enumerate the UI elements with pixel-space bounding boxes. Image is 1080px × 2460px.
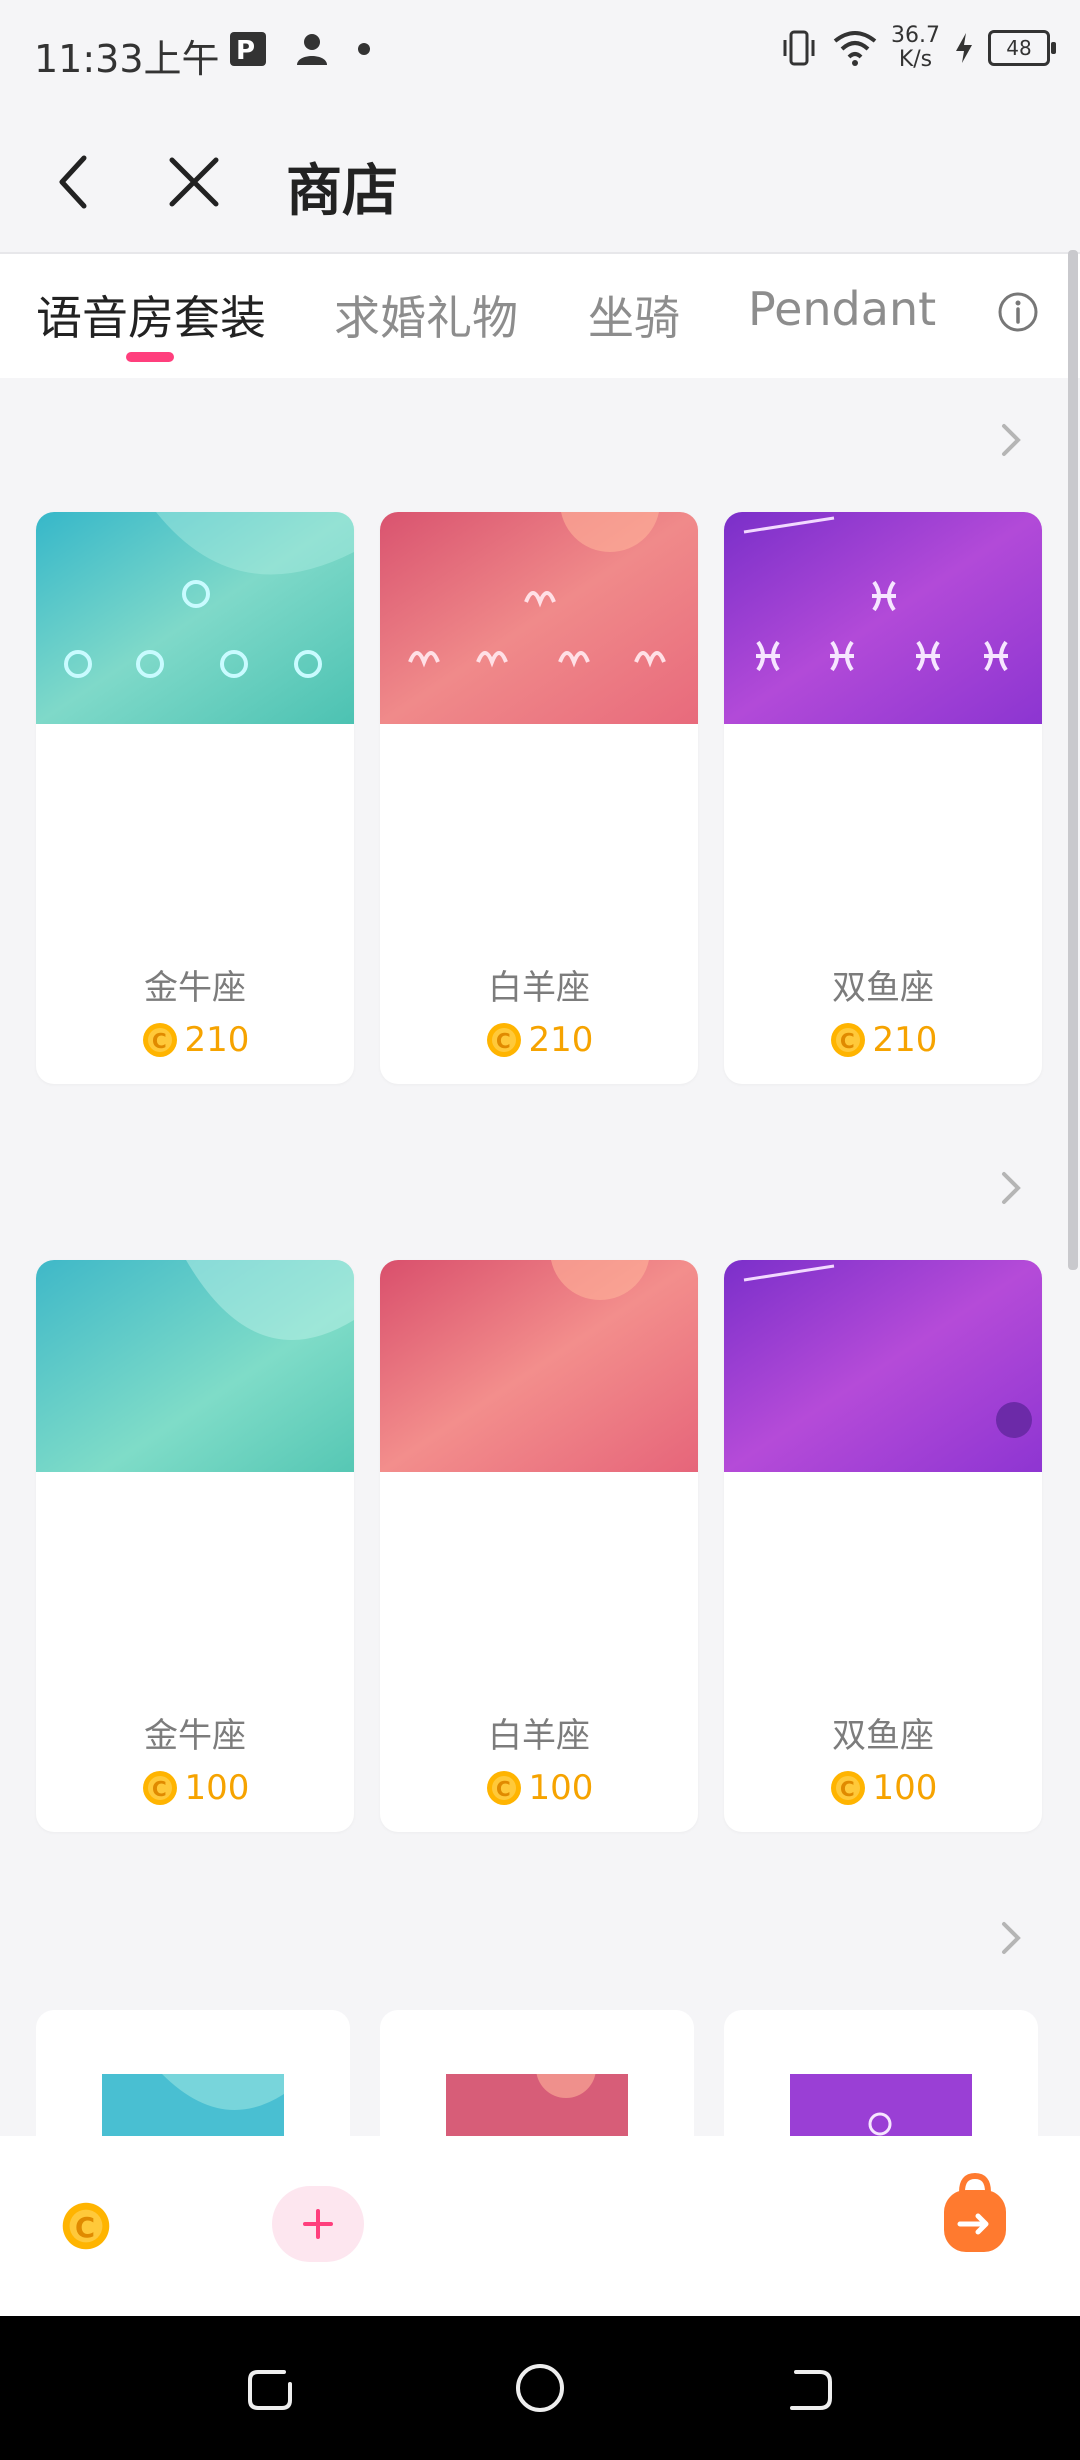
product-price: C 100 (36, 1768, 354, 1808)
price-value: 100 (528, 1768, 594, 1808)
price-value: 100 (184, 1768, 250, 1808)
close-button[interactable] (160, 148, 228, 216)
price-value: 100 (872, 1768, 938, 1808)
tab-pendant[interactable]: Pendant (748, 282, 936, 336)
chevron-right-icon[interactable] (990, 1168, 1030, 1208)
product-name: 白羊座 (488, 968, 590, 1008)
product-price: C 100 (724, 1768, 1042, 1808)
recent-apps-icon[interactable] (244, 2362, 296, 2414)
parking-app-icon: P (230, 32, 266, 66)
pisces-room-thumbnail (724, 512, 1042, 724)
tab-mount[interactable]: 坐骑 (588, 282, 680, 348)
category-tabs: 语音房套装 求婚礼物 坐骑 Pendant (0, 254, 1080, 378)
wifi-icon (833, 31, 877, 66)
price-value: 210 (528, 1020, 594, 1060)
svg-text:C: C (840, 1029, 855, 1053)
status-time: 11:33上午 (34, 37, 220, 81)
price-value: 210 (872, 1020, 938, 1060)
add-coins-button[interactable] (272, 2186, 364, 2262)
dot-icon (358, 43, 370, 55)
product-card[interactable]: 白羊座 C 100 (380, 1260, 698, 1832)
app-header: 商店 (0, 110, 1080, 254)
status-right: 36.7 K/s 48 (779, 24, 1056, 72)
scrollbar[interactable] (1068, 250, 1078, 1270)
info-icon[interactable] (996, 290, 1040, 334)
pisces-background-thumbnail (724, 1260, 1042, 1472)
tab-proposal-gift[interactable]: 求婚礼物 (334, 282, 518, 348)
backpack-icon[interactable] (940, 2172, 1010, 2256)
charging-icon (956, 33, 972, 63)
product-name: 白羊座 (488, 1716, 590, 1756)
coin-icon: C (830, 1771, 865, 1805)
status-left-icons: P (228, 30, 372, 68)
product-name: 金牛座 (144, 1716, 246, 1756)
product-price: C 100 (380, 1768, 698, 1808)
coin-icon[interactable]: C (60, 2200, 112, 2252)
svg-text:C: C (152, 1777, 167, 1801)
product-name: 双鱼座 (832, 1716, 934, 1756)
page-title: 商店 (286, 159, 398, 224)
home-icon[interactable] (514, 2362, 566, 2414)
svg-text:P: P (236, 36, 255, 66)
system-nav-bar (0, 2316, 1080, 2460)
network-speed-unit: K/s (898, 47, 933, 72)
product-card[interactable]: 白羊座 C 210 (380, 512, 698, 1084)
product-card[interactable]: 双鱼座 C 100 (724, 1260, 1042, 1832)
product-price: C 210 (380, 1020, 698, 1060)
close-icon (169, 157, 219, 207)
product-name: 双鱼座 (832, 968, 934, 1008)
aries-background-thumbnail (380, 1260, 698, 1472)
coin-icon: C (830, 1023, 865, 1057)
svg-text:C: C (496, 1777, 511, 1801)
product-price: C 210 (724, 1020, 1042, 1060)
plus-icon (303, 2209, 333, 2239)
vibrate-icon (783, 30, 815, 66)
back-nav-icon[interactable] (784, 2362, 836, 2414)
product-name: 金牛座 (144, 968, 246, 1008)
bottom-bar: C (0, 2136, 1080, 2316)
coin-icon: C (486, 1023, 521, 1057)
status-bar: 11:33上午 P 36.7 K/s 48 (0, 0, 1080, 110)
taurus-room-thumbnail (36, 512, 354, 724)
coin-icon: C (142, 1023, 177, 1057)
svg-text:C: C (840, 1777, 855, 1801)
network-speed: 36.7 K/s (891, 24, 940, 72)
svg-text:C: C (496, 1029, 511, 1053)
taurus-background-thumbnail (36, 1260, 354, 1472)
svg-text:C: C (75, 2213, 95, 2244)
network-speed-value: 36.7 (891, 23, 940, 48)
back-arrow-icon (59, 155, 87, 209)
chevron-right-icon[interactable] (990, 1918, 1030, 1958)
chevron-right-icon[interactable] (990, 420, 1030, 460)
product-card[interactable]: 双鱼座 C 210 (724, 512, 1042, 1084)
coin-icon: C (486, 1771, 521, 1805)
coin-icon: C (142, 1771, 177, 1805)
product-price: C 210 (36, 1020, 354, 1060)
svg-text:C: C (152, 1029, 167, 1053)
back-button[interactable] (40, 148, 108, 216)
aries-room-thumbnail (380, 512, 698, 724)
active-tab-indicator (126, 352, 174, 362)
product-card[interactable]: 金牛座 C 210 (36, 512, 354, 1084)
tab-voice-room-set[interactable]: 语音房套装 (36, 282, 266, 348)
person-icon (297, 34, 327, 65)
price-value: 210 (184, 1020, 250, 1060)
battery-indicator: 48 (988, 30, 1056, 66)
product-card[interactable]: 金牛座 C 100 (36, 1260, 354, 1832)
